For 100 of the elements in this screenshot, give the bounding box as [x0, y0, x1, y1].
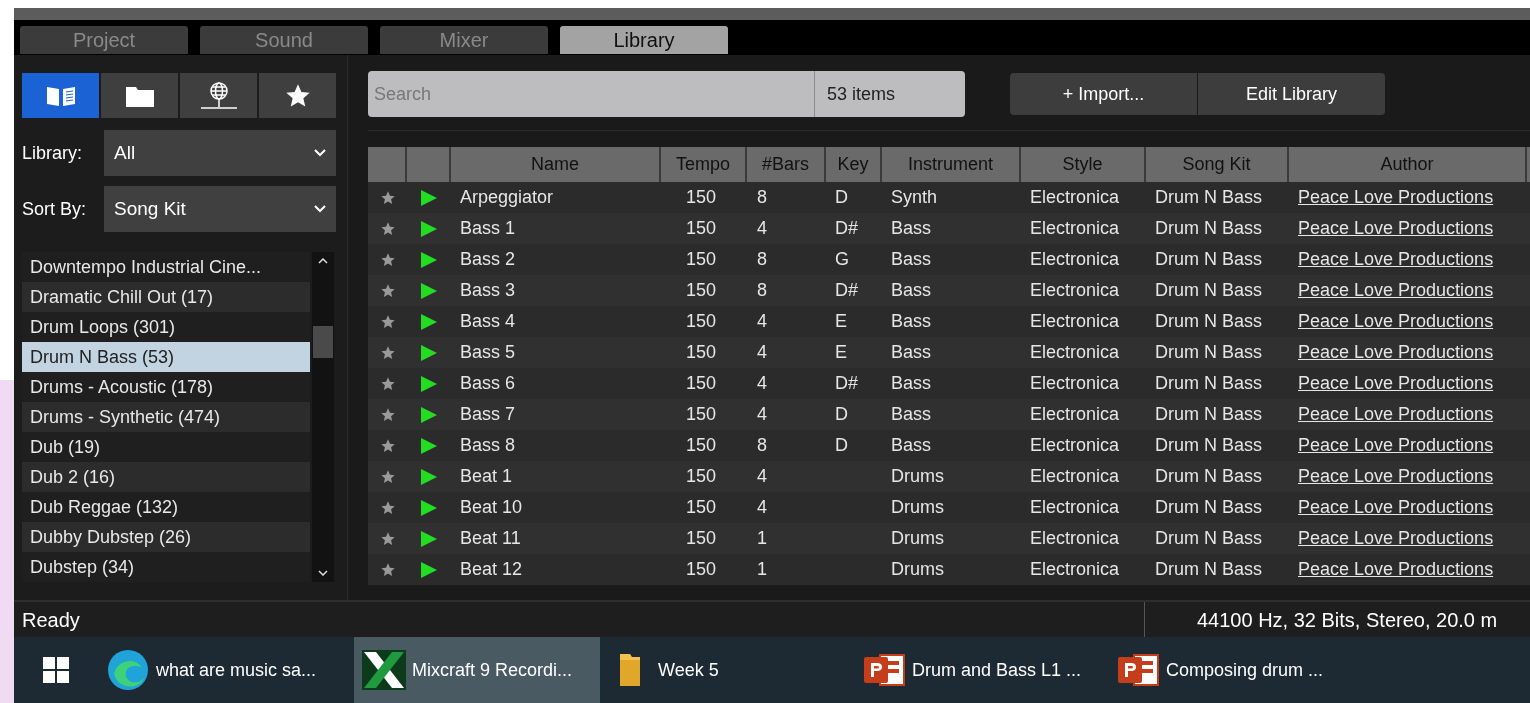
star-icon[interactable] — [379, 220, 396, 237]
play-icon[interactable] — [420, 312, 438, 331]
author-link[interactable]: Peace Love Productions — [1298, 373, 1494, 393]
scroll-thumb[interactable] — [313, 326, 333, 358]
author-link[interactable]: Peace Love Productions — [1298, 218, 1494, 238]
star-icon[interactable] — [379, 437, 396, 454]
table-cell: Electronica — [1030, 528, 1120, 548]
author-link[interactable]: Peace Love Productions — [1298, 342, 1494, 362]
view-button[interactable] — [259, 73, 336, 118]
table-cell: Arpeggiator — [460, 187, 554, 207]
author-link[interactable]: Peace Love Productions — [1298, 466, 1494, 486]
list-item[interactable]: Drums - Synthetic (474) — [22, 402, 310, 432]
list-item[interactable]: Dramatic Chill Out (17) — [22, 282, 310, 312]
table-cell: 150 — [686, 342, 717, 362]
list-item[interactable]: Dub 2 (16) — [22, 462, 310, 492]
play-icon[interactable] — [420, 405, 438, 424]
play-icon[interactable] — [420, 374, 438, 393]
star-icon[interactable] — [379, 375, 396, 392]
author-link[interactable]: Peace Love Productions — [1298, 497, 1494, 517]
table-cell: Drums — [891, 466, 944, 486]
table-cell: Drums — [891, 497, 944, 517]
author-link[interactable]: Peace Love Productions — [1298, 187, 1494, 207]
table-cell: Bass 3 — [460, 280, 516, 300]
play-icon[interactable] — [420, 560, 438, 579]
table-cell: 1 — [757, 559, 767, 579]
table-cell: Electronica — [1030, 404, 1120, 424]
star-icon[interactable] — [379, 499, 396, 516]
table-cell: Drum N Bass — [1155, 528, 1262, 548]
table-cell: 150 — [686, 187, 717, 207]
list-item[interactable]: Dubby Dubstep (26) — [22, 522, 310, 552]
play-icon[interactable] — [420, 343, 438, 362]
table-cell: Electronica — [1030, 187, 1120, 207]
toolbar-button[interactable]: + Import... — [1010, 73, 1197, 115]
table-cell: Bass — [891, 249, 932, 269]
table-cell: D# — [835, 280, 858, 300]
play-icon[interactable] — [420, 281, 438, 300]
table-cell: 8 — [757, 280, 767, 300]
table-cell: Drum N Bass — [1155, 466, 1262, 486]
table-cell: 4 — [757, 218, 767, 238]
audio-format: 44100 Hz, 32 Bits, Stereo, 20.0 m — [1196, 607, 1498, 633]
dropdown[interactable]: Song Kit — [104, 186, 336, 232]
taskbar-item[interactable]: what are music sa... — [98, 637, 344, 703]
author-link[interactable]: Peace Love Productions — [1298, 280, 1494, 300]
play-icon[interactable] — [420, 498, 438, 517]
play-icon[interactable] — [420, 219, 438, 238]
star-icon[interactable] — [379, 251, 396, 268]
star-icon[interactable] — [379, 282, 396, 299]
table-cell: 150 — [686, 497, 717, 517]
search-field[interactable]: Search — [368, 71, 814, 117]
author-link[interactable]: Peace Love Productions — [1298, 528, 1494, 548]
table-cell: E — [835, 342, 847, 362]
table-cell: 150 — [686, 404, 717, 424]
tab[interactable]: Library — [560, 26, 728, 54]
table-cell: 4 — [757, 497, 767, 517]
taskbar-item[interactable]: Drum and Bass L1 ... — [856, 637, 1100, 703]
table-cell: Drum N Bass — [1155, 249, 1262, 269]
table-cell: D# — [835, 373, 858, 393]
taskbar-item[interactable]: Composing drum ... — [1110, 637, 1354, 703]
list-item[interactable]: Drum N Bass (53) — [22, 342, 310, 372]
play-icon[interactable] — [420, 436, 438, 455]
presentation-icon — [864, 652, 906, 688]
author-link[interactable]: Peace Love Productions — [1298, 311, 1494, 331]
play-icon[interactable] — [420, 188, 438, 207]
table-cell: Synth — [891, 187, 938, 207]
table-cell: Drum N Bass — [1155, 404, 1262, 424]
table-cell: Drum N Bass — [1155, 311, 1262, 331]
dropdown[interactable]: All — [104, 130, 336, 176]
star-icon[interactable] — [379, 561, 396, 578]
taskbar-item[interactable]: Week 5 — [610, 637, 756, 703]
scrollbar[interactable] — [312, 252, 334, 582]
play-icon[interactable] — [420, 467, 438, 486]
toolbar-button[interactable]: Edit Library — [1198, 73, 1385, 115]
author-link[interactable]: Peace Love Productions — [1298, 249, 1494, 269]
table-cell: Electronica — [1030, 497, 1120, 517]
view-button[interactable] — [101, 73, 178, 118]
presentation-icon — [1118, 652, 1160, 688]
view-button[interactable] — [180, 73, 257, 118]
star-icon[interactable] — [379, 313, 396, 330]
author-link[interactable]: Peace Love Productions — [1298, 404, 1494, 424]
table-cell: 4 — [757, 311, 767, 331]
star-icon[interactable] — [379, 468, 396, 485]
table-cell: 150 — [686, 280, 717, 300]
author-link[interactable]: Peace Love Productions — [1298, 435, 1494, 455]
play-icon[interactable] — [420, 250, 438, 269]
view-button[interactable] — [22, 73, 99, 118]
taskbar-item[interactable]: Mixcraft 9 Recordi... — [354, 637, 600, 703]
star-icon[interactable] — [379, 189, 396, 206]
star-icon[interactable] — [379, 344, 396, 361]
table-cell: Drums — [891, 528, 944, 548]
star-icon[interactable] — [379, 530, 396, 547]
table-cell: 150 — [686, 466, 717, 486]
author-link[interactable]: Peace Love Productions — [1298, 559, 1494, 579]
star-icon[interactable] — [379, 406, 396, 423]
table-cell: Bass 1 — [460, 218, 516, 238]
windows-start-icon[interactable] — [43, 657, 69, 683]
item-count: 53 items — [814, 71, 965, 117]
table-cell: Electronica — [1030, 559, 1120, 579]
play-icon[interactable] — [420, 529, 438, 548]
table-cell: Drum N Bass — [1155, 187, 1262, 207]
table-cell: 150 — [686, 311, 717, 331]
